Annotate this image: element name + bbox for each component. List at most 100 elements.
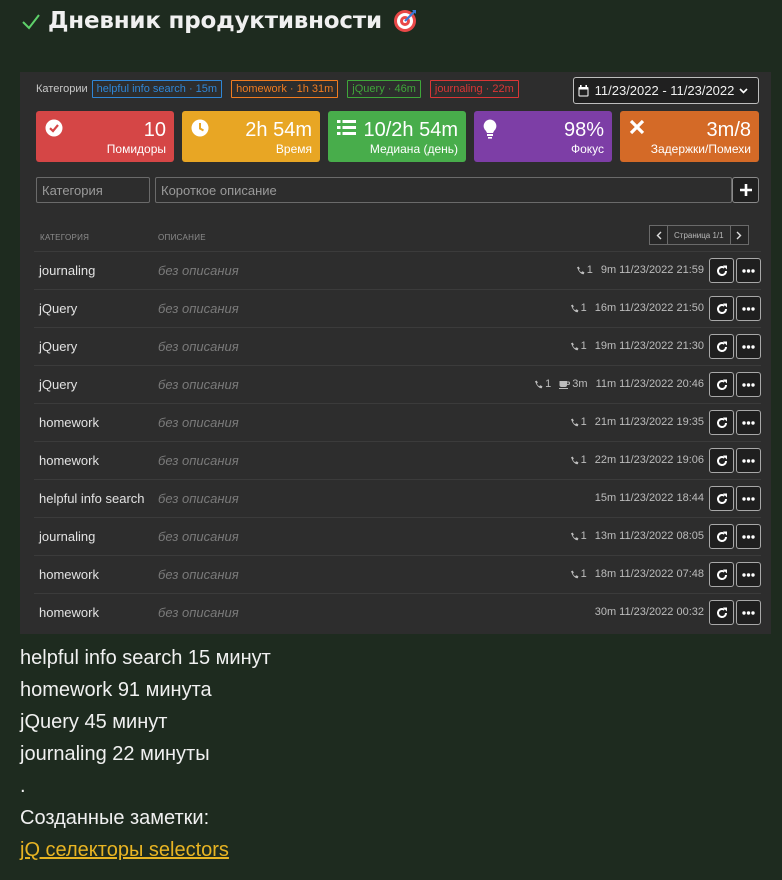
entry-category: jQuery [39, 339, 78, 354]
more-options-button[interactable] [736, 448, 761, 473]
entry-meta: 1 13m 11/23/2022 08:05 [570, 530, 704, 542]
ellipsis-icon [742, 458, 755, 463]
stat-label: Задержки/Помехи [650, 142, 751, 156]
entry-timestamp: 11/23/2022 21:50 [619, 302, 704, 314]
restart-button[interactable] [709, 296, 734, 321]
page-next-button[interactable] [729, 225, 749, 245]
entry-timestamp: 11/23/2022 08:05 [619, 530, 704, 542]
table-row: helpful info search без описания 15m 11/23/… [34, 479, 761, 517]
phone-icon [570, 342, 579, 350]
call-count: 1 [580, 416, 587, 428]
list-icon [337, 120, 356, 135]
note-link[interactable]: jQ селекторы selectors [20, 837, 229, 864]
restart-icon [716, 455, 727, 466]
pomodoro-panel: Категории helpful info search · 15m home… [20, 72, 771, 634]
table-row: jQuery без описания 1 19m 11/23/2022 21:30 [34, 327, 761, 365]
phone-icon [570, 456, 579, 464]
call-count: 1 [586, 264, 593, 276]
entry-duration: 16m [594, 302, 617, 314]
stat-card-time: 2h 54m Время [182, 111, 320, 162]
table-row: homework без описания 1 21m 11/23/2022 19:35 [34, 403, 761, 441]
entry-meta: 1 3m 11m 11/23/2022 20:46 [534, 378, 704, 390]
category-badge[interactable]: homework · 1h 31m [231, 79, 339, 98]
more-options-button[interactable] [736, 600, 761, 625]
category-input[interactable] [36, 177, 150, 203]
restart-button[interactable] [709, 258, 734, 283]
entry-description: без описания [158, 415, 239, 430]
entry-timestamp: 11/23/2022 20:46 [619, 378, 704, 390]
entry-timestamp: 11/23/2022 00:32 [619, 606, 704, 618]
more-options-button[interactable] [736, 410, 761, 435]
phone-icon [570, 418, 579, 426]
stat-value: 98% [563, 119, 604, 141]
date-range-button[interactable]: 11/23/2022 - 11/23/2022 [573, 77, 759, 104]
table-row: homework без описания 1 18m 11/23/2022 07:48 [34, 555, 761, 593]
restart-button[interactable] [709, 334, 734, 359]
pagination: Страница 1/1 [649, 225, 749, 245]
entry-category: homework [39, 605, 99, 620]
column-header-description: ОПИСАНИЕ [158, 233, 206, 242]
entry-category: homework [39, 453, 99, 468]
stat-label: Время [275, 142, 312, 156]
entry-meta: 1 18m 11/23/2022 07:48 [570, 568, 704, 580]
more-options-button[interactable] [736, 372, 761, 397]
clock-icon [191, 119, 209, 137]
restart-icon [716, 341, 727, 352]
summary-line: homework 91 минута [20, 679, 212, 701]
entry-category: helpful info search [39, 491, 145, 506]
ellipsis-icon [742, 572, 755, 577]
summary-line: journaling 22 минуты [20, 743, 210, 765]
entry-category: homework [39, 567, 99, 582]
target-icon [393, 10, 416, 32]
ellipsis-icon [742, 610, 755, 615]
ellipsis-icon [742, 382, 755, 387]
chevron-down-icon [739, 87, 748, 94]
check-circle-icon [45, 119, 63, 137]
category-badge[interactable]: helpful info search · 15m [91, 79, 223, 98]
call-count: 1 [580, 530, 587, 542]
add-entry-button[interactable] [732, 177, 759, 203]
restart-button[interactable] [709, 372, 734, 397]
description-input[interactable] [155, 177, 732, 203]
stat-value: 10/2h 54m [363, 119, 458, 141]
entry-meta: 30m 11/23/2022 00:32 [595, 606, 704, 618]
restart-button[interactable] [709, 524, 734, 549]
restart-button[interactable] [709, 600, 734, 625]
entry-duration: 22m [594, 454, 617, 466]
ellipsis-icon [742, 268, 755, 273]
entry-category: jQuery [39, 301, 78, 316]
entry-description: без описания [158, 567, 239, 582]
restart-button[interactable] [709, 486, 734, 511]
ellipsis-icon [742, 496, 755, 501]
table-row: homework без описания 30m 11/23/2022 00:32 [34, 593, 761, 631]
ellipsis-icon [742, 534, 755, 539]
restart-icon [716, 531, 727, 542]
entry-timestamp: 11/23/2022 18:44 [619, 492, 704, 504]
category-badge[interactable]: journaling · 22m [429, 79, 519, 98]
restart-button[interactable] [709, 410, 734, 435]
entry-duration: 13m [594, 530, 617, 542]
ellipsis-icon [742, 306, 755, 311]
more-options-button[interactable] [736, 486, 761, 511]
x-icon [629, 119, 645, 135]
restart-button[interactable] [709, 562, 734, 587]
page-prev-button[interactable] [649, 225, 668, 245]
more-options-button[interactable] [736, 258, 761, 283]
more-options-button[interactable] [736, 334, 761, 359]
entry-description: без описания [158, 263, 239, 278]
entry-duration: 11m [595, 378, 617, 390]
call-count: 1 [580, 302, 587, 314]
lightbulb-icon [483, 119, 497, 139]
restart-button[interactable] [709, 448, 734, 473]
entry-duration: 19m [594, 340, 617, 352]
more-options-button[interactable] [736, 296, 761, 321]
more-options-button[interactable] [736, 562, 761, 587]
more-options-button[interactable] [736, 524, 761, 549]
call-count: 1 [580, 568, 587, 580]
category-badge[interactable]: jQuery · 46m [347, 79, 421, 98]
entry-description: без описания [158, 453, 239, 468]
restart-icon [716, 607, 727, 618]
entry-duration: 15m [594, 492, 617, 504]
entry-meta: 1 9m 11/23/2022 21:59 [576, 264, 704, 276]
summary-line: jQuery 45 минут [20, 711, 168, 733]
